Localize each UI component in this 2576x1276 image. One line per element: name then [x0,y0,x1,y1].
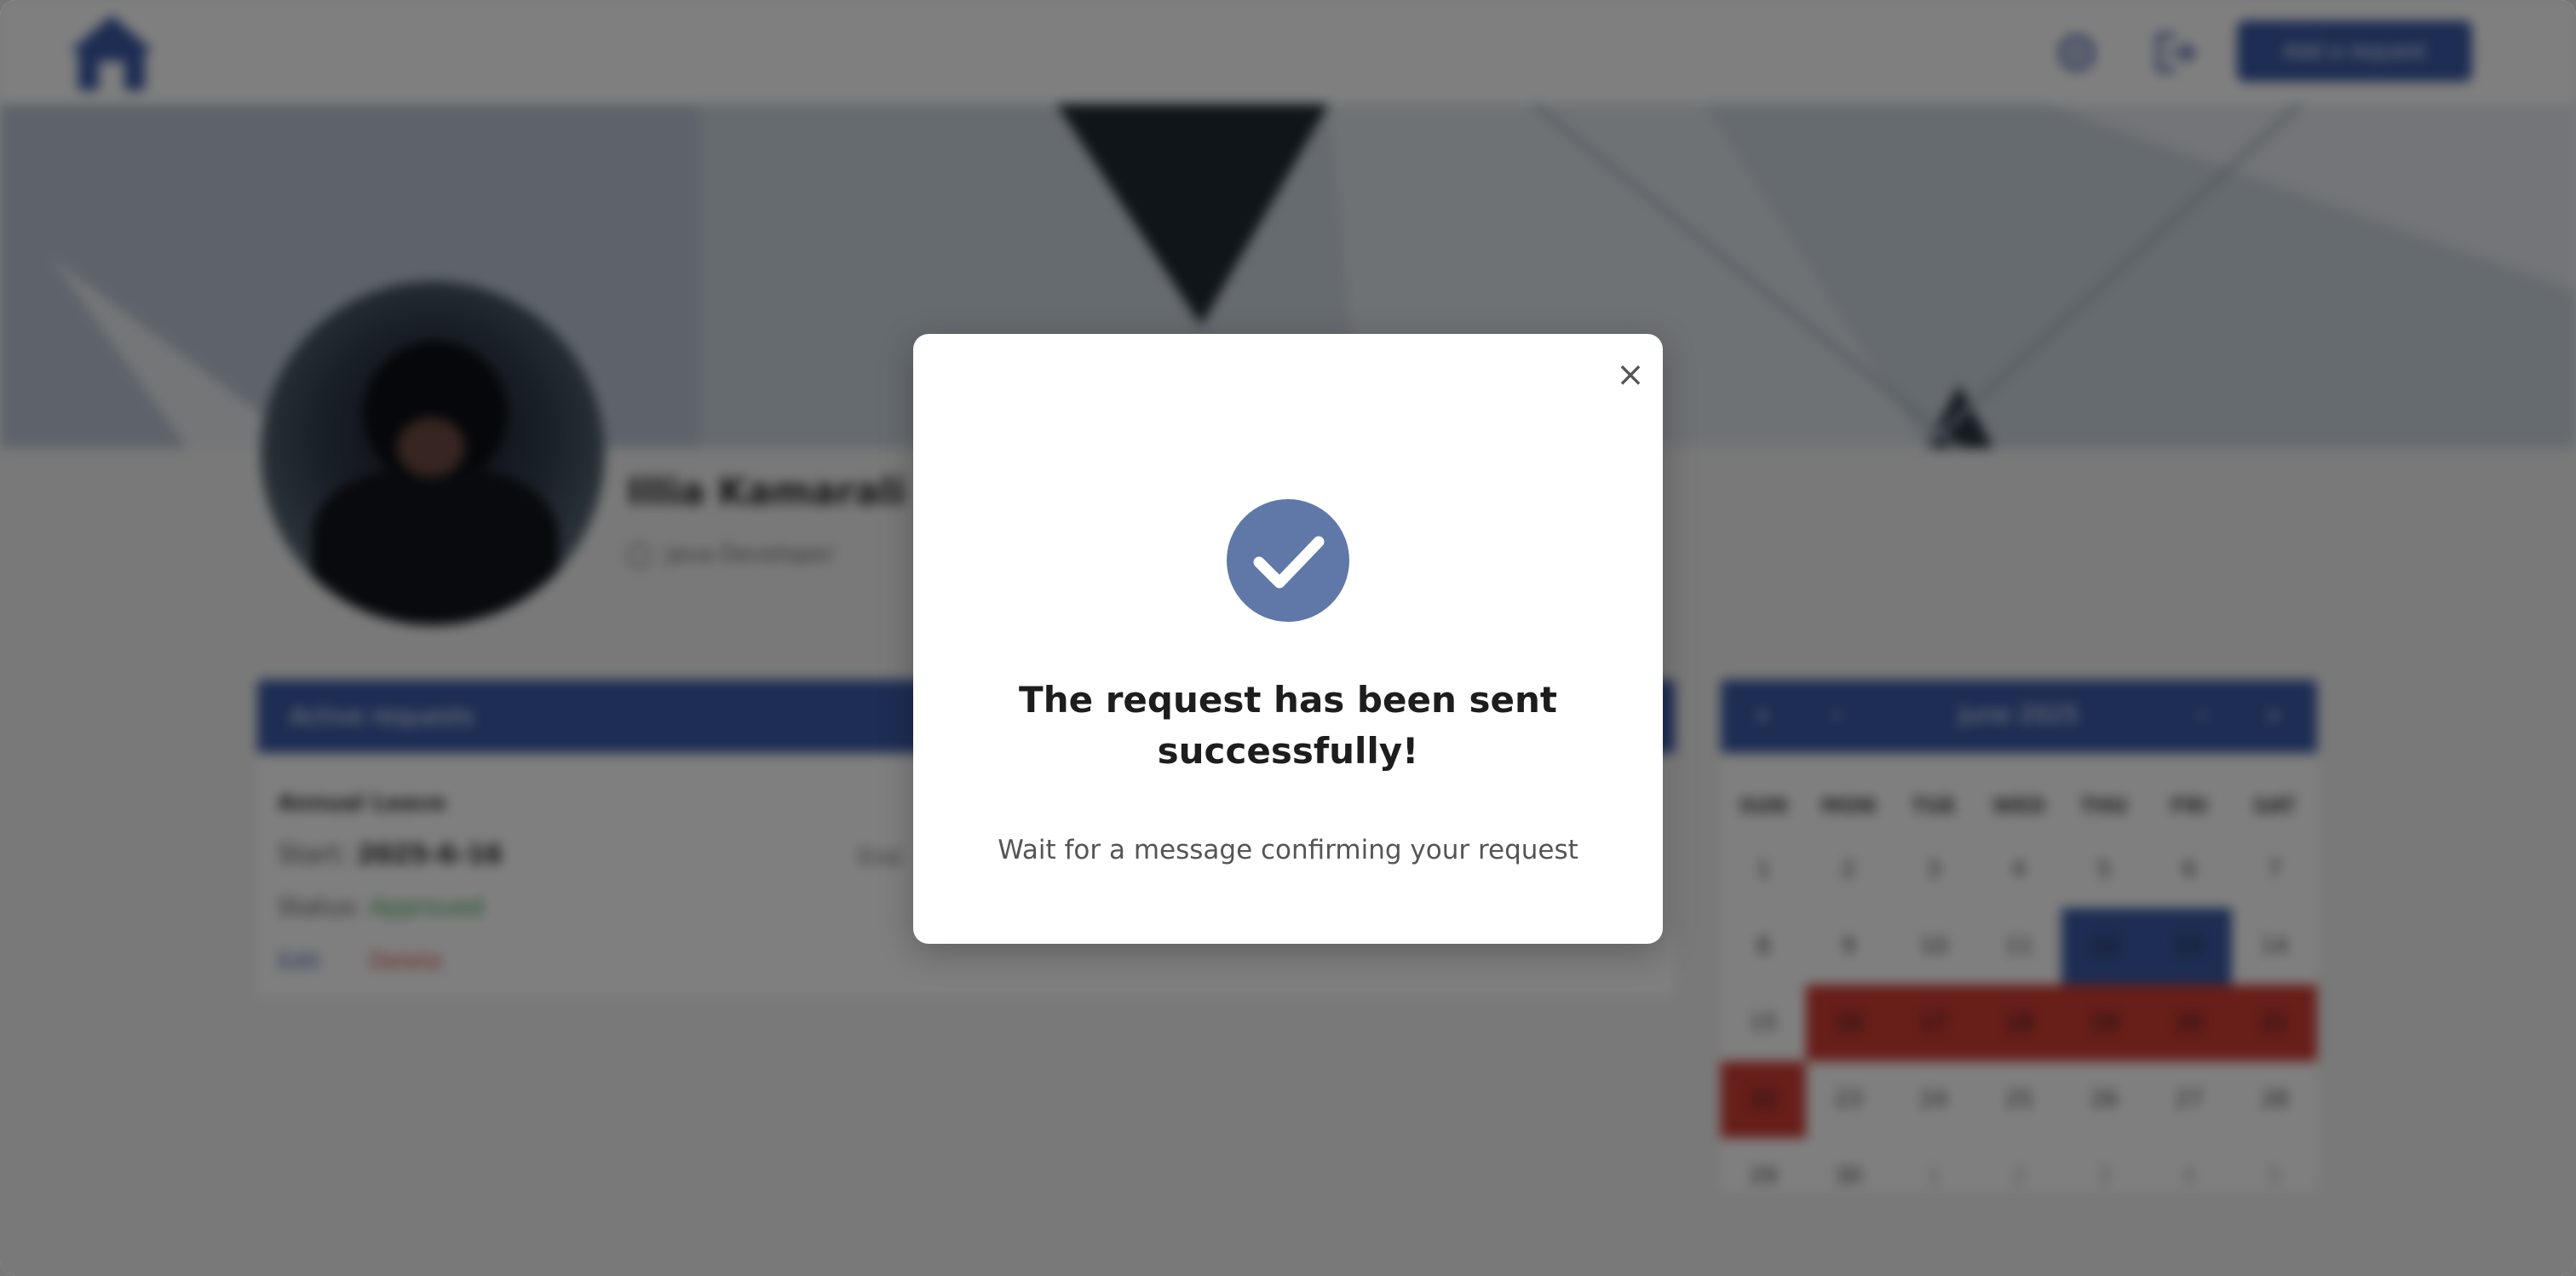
success-modal: × The request has been sent successfully… [913,334,1663,944]
modal-title: The request has been sent successfully! [1019,679,1557,772]
window-frame: Add a request Illia Kamarali Java Develo… [0,0,2576,1276]
check-icon [1227,499,1349,622]
close-icon[interactable]: × [1608,353,1653,397]
modal-message: Wait for a message confirming your reque… [998,835,1578,865]
